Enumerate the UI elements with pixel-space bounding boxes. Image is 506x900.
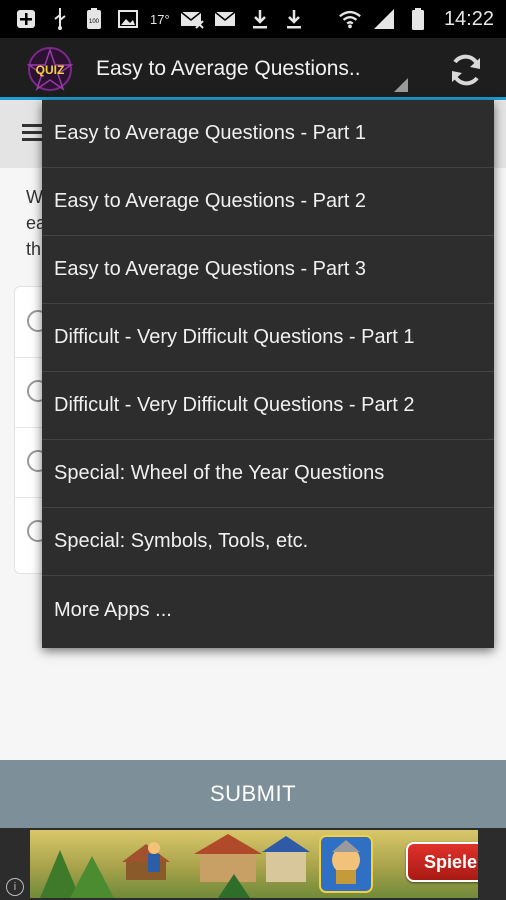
mail-icon — [214, 7, 238, 31]
status-bar: 100 17° 14:22 — [0, 0, 506, 38]
action-bar: QUIZ Easy to Average Questions.. — [0, 38, 506, 100]
quiz-logo-icon[interactable]: QUIZ — [26, 46, 74, 92]
dropdown-item-more-apps[interactable]: More Apps ... — [42, 576, 494, 644]
usb-icon — [48, 7, 72, 31]
ad-area: i Spielen — [0, 828, 506, 900]
status-notifications: 100 17° — [14, 7, 306, 31]
hamburger-menu-icon[interactable] — [22, 124, 44, 142]
dropdown-item-symbols-tools[interactable]: Special: Symbols, Tools, etc. — [42, 508, 494, 576]
quiz-section-dropdown: Easy to Average Questions - Part 1 Easy … — [42, 100, 494, 648]
dropdown-caret-icon — [394, 78, 408, 92]
refresh-button[interactable] — [446, 50, 486, 90]
quiz-section-spinner[interactable]: Easy to Average Questions.. — [96, 38, 416, 100]
add-icon — [14, 7, 38, 31]
download-icon — [282, 7, 306, 31]
wifi-icon — [338, 7, 362, 31]
battery-100-label: 100 — [89, 19, 100, 25]
signal-icon — [372, 7, 396, 31]
download-icon — [248, 7, 272, 31]
dropdown-item-difficult-part-1[interactable]: Difficult - Very Difficult Questions - P… — [42, 304, 494, 372]
image-icon — [116, 7, 140, 31]
ad-banner[interactable]: Spielen — [30, 830, 478, 898]
dropdown-item-easy-part-1[interactable]: Easy to Average Questions - Part 1 — [42, 100, 494, 168]
ad-info-icon[interactable]: i — [6, 878, 24, 896]
dropdown-item-easy-part-3[interactable]: Easy to Average Questions - Part 3 — [42, 236, 494, 304]
dropdown-item-easy-part-2[interactable]: Easy to Average Questions - Part 2 — [42, 168, 494, 236]
submit-button[interactable]: SUBMIT — [0, 760, 506, 828]
dropdown-item-wheel-of-year[interactable]: Special: Wheel of the Year Questions — [42, 440, 494, 508]
battery-100-icon: 100 — [82, 7, 106, 31]
logo-text: QUIZ — [36, 63, 65, 77]
spinner-selected-label: Easy to Average Questions.. — [96, 57, 361, 80]
battery-icon — [406, 7, 430, 31]
refresh-icon — [452, 54, 480, 86]
status-system: 14:22 — [338, 7, 494, 31]
dropdown-item-difficult-part-2[interactable]: Difficult - Very Difficult Questions - P… — [42, 372, 494, 440]
ad-cta-button[interactable]: Spielen — [406, 842, 478, 882]
clock: 14:22 — [443, 7, 494, 30]
mail-x-icon — [180, 7, 204, 31]
temperature-label: 17° — [150, 11, 170, 27]
